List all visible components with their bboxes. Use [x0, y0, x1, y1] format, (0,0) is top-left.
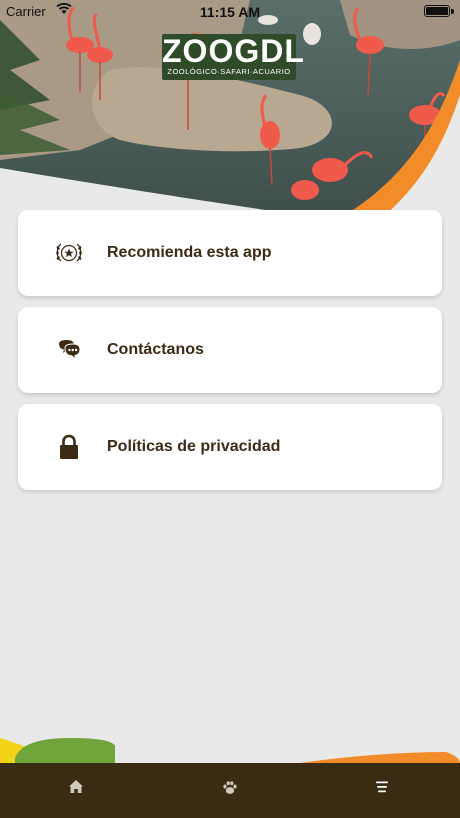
privacy-policy-button[interactable]: Políticas de privacidad: [18, 404, 442, 490]
status-bar: Carrier 11:15 AM: [0, 0, 460, 22]
clock-time: 11:15 AM: [199, 4, 261, 20]
contact-us-button[interactable]: Contáctanos: [18, 307, 442, 393]
recommend-app-label: Recomienda esta app: [107, 244, 272, 261]
privacy-policy-label: Políticas de privacidad: [107, 438, 281, 455]
recommend-app-button[interactable]: Recomienda esta app: [18, 210, 442, 296]
battery-icon: [424, 5, 450, 17]
settings-menu: Recomienda esta app Contáctanos Política…: [18, 210, 442, 501]
battery-nub: [451, 9, 454, 14]
chat-bubbles-icon: [59, 340, 81, 361]
zoogdl-logo: ZOOGDL ZOOLÓGICO·SAFARI·ACUARIO: [162, 33, 305, 80]
header-banner: Carrier 11:15 AM ZOOGDL ZOOLÓGICO·SAFARI…: [0, 0, 460, 215]
logo-subtitle: ZOOLÓGICO·SAFARI·ACUARIO: [167, 67, 291, 76]
contact-us-label: Contáctanos: [107, 341, 204, 358]
bottom-tab-bar: [0, 763, 460, 818]
logo-word: ZOOGDL: [162, 33, 305, 69]
lock-icon: [60, 434, 78, 459]
award-star-icon: [56, 243, 82, 262]
paw-icon[interactable]: [218, 775, 242, 799]
menu-icon[interactable]: [370, 775, 394, 799]
home-icon[interactable]: [64, 775, 88, 799]
